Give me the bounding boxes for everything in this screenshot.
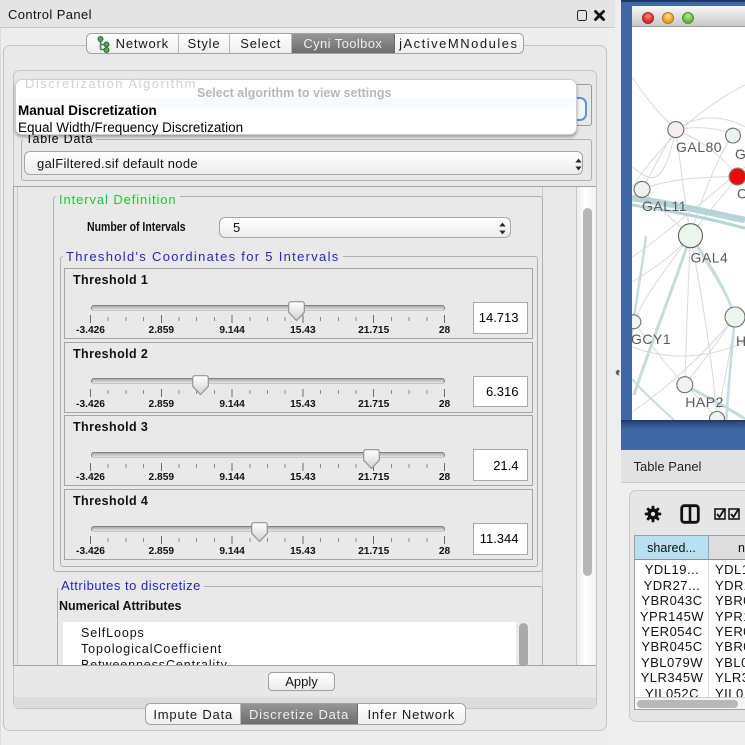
svg-text:G: G (735, 146, 745, 162)
svg-text:GAL11: GAL11 (642, 198, 687, 214)
svg-text:GCY1: GCY1 (632, 331, 671, 347)
svg-text:HAP2: HAP2 (685, 394, 724, 410)
svg-text:H: H (736, 333, 745, 349)
svg-text:C: C (737, 186, 745, 202)
svg-text:GAL4: GAL4 (690, 250, 728, 266)
svg-text:GAL80: GAL80 (676, 139, 722, 155)
